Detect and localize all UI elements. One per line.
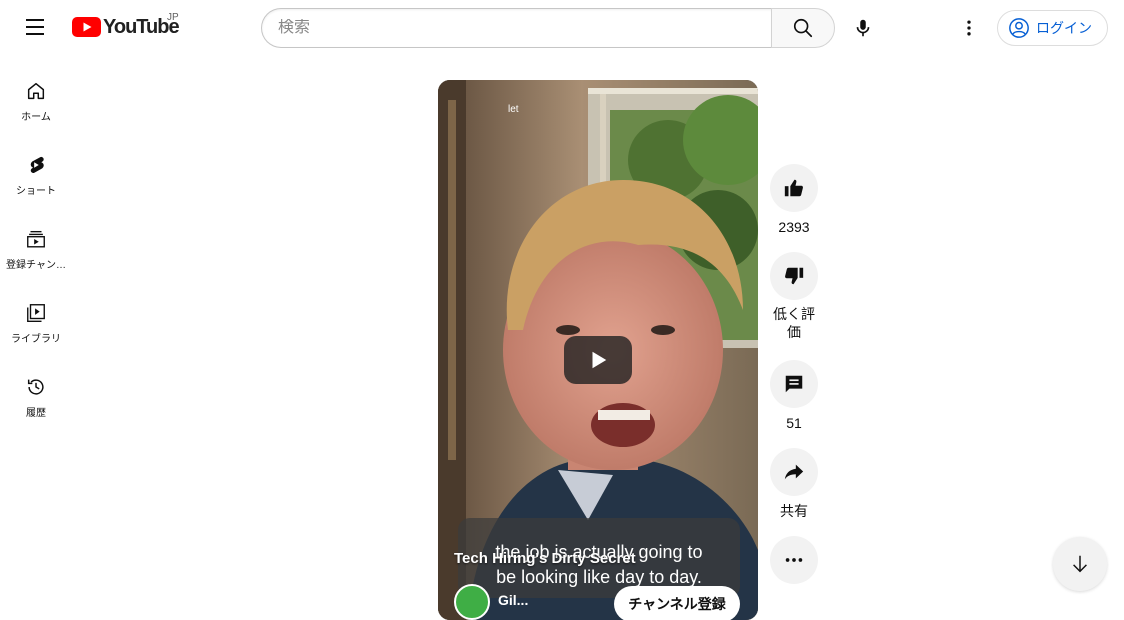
sidebar-item-label: 履歴: [26, 408, 46, 419]
history-icon: [27, 379, 44, 395]
dislike-button[interactable]: [770, 252, 818, 300]
library-icon: [27, 304, 45, 322]
account-icon: [1009, 18, 1029, 38]
shorts-player[interactable]: let the job is actually going to be look…: [438, 80, 758, 620]
sidebar-item-label: ホーム: [21, 112, 51, 123]
channel-avatar[interactable]: [454, 584, 490, 620]
play-button[interactable]: [564, 336, 632, 384]
login-button[interactable]: ログイン: [997, 10, 1108, 46]
more-actions-button[interactable]: [770, 536, 818, 584]
share-icon: [784, 464, 804, 480]
arrow-down-icon: [1073, 555, 1087, 573]
sidebar-item-shorts[interactable]: ショート: [4, 138, 68, 200]
sidebar-item-subscriptions[interactable]: 登録チャン…: [4, 212, 68, 274]
sidebar-item-label: ライブラリ: [11, 334, 61, 345]
play-icon: [592, 351, 607, 369]
more-vertical-icon: [967, 20, 971, 36]
like-count: 2393: [778, 219, 810, 235]
sidebar-item-label: 登録チャン…: [6, 260, 66, 271]
share-label: 共有: [780, 503, 808, 519]
overlay-text: let: [508, 104, 519, 115]
subscriptions-icon: [27, 230, 45, 248]
search-icon: [793, 18, 813, 38]
menu-icon: [26, 19, 44, 21]
dislike-label-line: 価: [787, 324, 801, 340]
voice-search-button[interactable]: [843, 8, 883, 48]
settings-menu-button[interactable]: [949, 8, 989, 48]
short-title[interactable]: Tech Hiring's Dirty Secret: [454, 550, 636, 567]
thumbs-up-icon: [784, 179, 803, 197]
sidebar-item-home[interactable]: ホーム: [4, 64, 68, 126]
comments-button[interactable]: [770, 360, 818, 408]
subscribe-button[interactable]: チャンネル登録: [614, 586, 740, 620]
shorts-icon: [30, 156, 44, 173]
comment-icon: [785, 375, 803, 393]
dislike-label: 低く評 価: [764, 305, 824, 341]
login-label: ログイン: [1036, 20, 1092, 36]
youtube-logo[interactable]: YouTube: [72, 15, 180, 39]
youtube-logo-icon: [72, 17, 101, 37]
home-icon: [27, 82, 45, 100]
sidebar-item-history[interactable]: 履歴: [4, 360, 68, 422]
menu-button[interactable]: [26, 19, 46, 35]
share-button[interactable]: [770, 448, 818, 496]
like-button[interactable]: [770, 164, 818, 212]
sidebar-item-label: ショート: [16, 186, 56, 197]
country-code: JP: [167, 12, 179, 23]
microphone-icon: [856, 19, 870, 37]
more-horizontal-icon: [785, 558, 803, 562]
channel-name[interactable]: Gil...: [498, 592, 528, 608]
comment-count: 51: [786, 415, 802, 431]
search-input[interactable]: [278, 19, 772, 37]
dislike-label-line: 低く評: [773, 306, 815, 322]
search-box[interactable]: [261, 8, 772, 48]
next-video-button[interactable]: [1053, 537, 1107, 591]
search-button[interactable]: [771, 8, 835, 48]
thumbs-down-icon: [785, 267, 804, 285]
sidebar-item-library[interactable]: ライブラリ: [4, 286, 68, 348]
